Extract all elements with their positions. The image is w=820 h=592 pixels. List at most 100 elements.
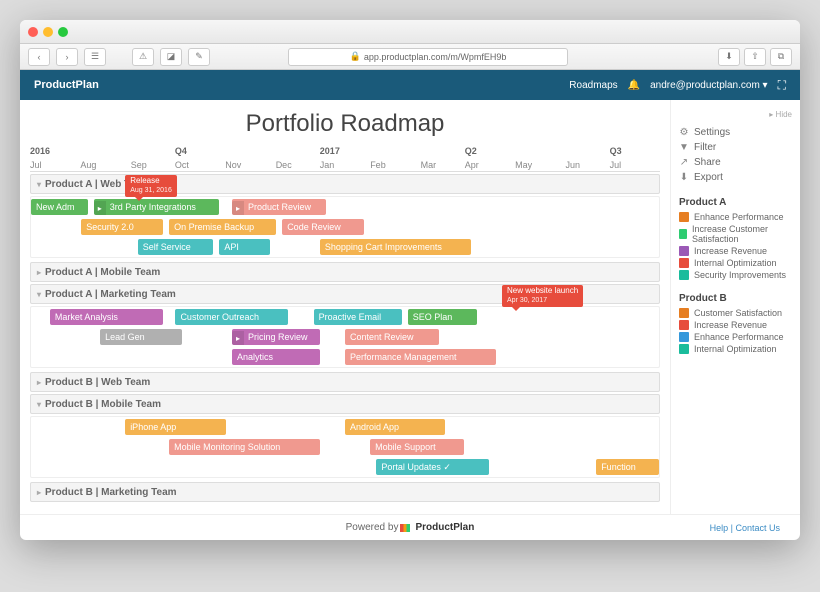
lanes: ReleaseAug 31, 2016New Adm3rd Party Inte… xyxy=(30,196,660,258)
timeline-month: Jul xyxy=(610,160,622,170)
roadmap-bar[interactable]: Analytics xyxy=(232,349,320,365)
download-button[interactable]: ⬇ xyxy=(718,48,740,66)
timeline-month: Feb xyxy=(370,160,386,170)
arrow-icon: ▸ xyxy=(94,201,106,215)
roadmap-bar[interactable]: 3rd Party Integrations▸ xyxy=(94,199,220,215)
hide-sidebar[interactable]: ▸ Hide xyxy=(679,110,792,119)
timeline-month: May xyxy=(515,160,532,170)
roadmap-bar[interactable]: New Adm xyxy=(31,199,88,215)
roadmap-bar[interactable]: Android App xyxy=(345,419,445,435)
roadmap-bar[interactable]: Customer Outreach xyxy=(175,309,288,325)
roadmap-bar[interactable]: SEO Plan xyxy=(408,309,477,325)
roadmap-bar[interactable]: Mobile Monitoring Solution xyxy=(169,439,320,455)
timeline-header: 2016Q42017Q2Q3JulAugSepOctNovDecJanFebMa… xyxy=(30,146,660,172)
legend-item[interactable]: Increase Revenue xyxy=(679,245,792,257)
lane-row: Market Analysis Customer Outreach Proactiv… xyxy=(31,307,659,327)
back-button[interactable]: ‹ xyxy=(28,48,50,66)
sidebar-toggle[interactable]: ☰ xyxy=(84,48,106,66)
roadmap-bar[interactable]: Self Service xyxy=(138,239,213,255)
swatch-icon xyxy=(679,229,687,239)
warn-icon[interactable]: ⚠ xyxy=(132,48,154,66)
sidebar-tool-filter[interactable]: ▼Filter xyxy=(679,140,792,155)
timeline-year: Q2 xyxy=(465,146,477,156)
swatch-icon xyxy=(679,320,689,330)
timeline-month: Nov xyxy=(225,160,241,170)
url-bar[interactable]: 🔒app.productplan.com/m/WpmfEH9b xyxy=(288,48,568,66)
fullscreen-icon[interactable]: ⛶ xyxy=(778,78,786,93)
lanes: New website launchApr 30, 2017Market Ana… xyxy=(30,306,660,368)
roadmap-bar[interactable]: Function xyxy=(596,459,659,475)
timeline-month: Aug xyxy=(80,160,96,170)
minimize-button[interactable] xyxy=(43,27,53,37)
roadmap-bar[interactable]: Mobile Support xyxy=(370,439,464,455)
bell-icon[interactable]: 🔔 xyxy=(628,80,640,91)
swatch-icon xyxy=(679,344,689,354)
legend-title: Product A xyxy=(679,197,792,208)
section-header[interactable]: ▸Product A | Mobile Team xyxy=(30,262,660,282)
roadmap-bar[interactable]: Pricing Review▸ xyxy=(232,329,320,345)
filter-icon: ▼ xyxy=(679,142,689,153)
timeline-month: Mar xyxy=(421,160,437,170)
legend-item[interactable]: Internal Optimization xyxy=(679,257,792,269)
roadmap-bar[interactable]: Shopping Cart Improvements xyxy=(320,239,471,255)
legend-item[interactable]: Internal Optimization xyxy=(679,343,792,355)
roadmap-bar[interactable]: Lead Gen xyxy=(100,329,182,345)
roadmap-bar[interactable]: Portal Updates ✓ xyxy=(376,459,489,475)
legend-item[interactable]: Increase Revenue xyxy=(679,319,792,331)
roadmap-bar[interactable]: Product Review▸ xyxy=(232,199,326,215)
chevron-icon: ▸ xyxy=(37,488,41,497)
forward-button[interactable]: › xyxy=(56,48,78,66)
sidebar-tool-settings[interactable]: ⚙Settings xyxy=(679,125,792,140)
legend-item[interactable]: Enhance Performance xyxy=(679,211,792,223)
legend-item[interactable]: Customer Satisfaction xyxy=(679,307,792,319)
section-header[interactable]: ▸Product B | Web Team xyxy=(30,372,660,392)
roadmap-bar[interactable]: On Premise Backup xyxy=(169,219,276,235)
nav-roadmaps[interactable]: Roadmaps xyxy=(569,80,617,91)
lanes: iPhone App Android App Mobile Monitoring S… xyxy=(30,416,660,478)
timeline-month: Jan xyxy=(320,160,335,170)
sidebar-tool-share[interactable]: ↗Share xyxy=(679,155,792,170)
timeline-year: Q4 xyxy=(175,146,187,156)
arrow-icon: ▸ xyxy=(232,201,244,215)
roadmap-bar[interactable]: Market Analysis xyxy=(50,309,163,325)
footer: Powered by ProductPlan Help | Contact Us xyxy=(20,514,800,540)
milestone[interactable]: New website launchApr 30, 2017 xyxy=(502,285,583,307)
milestone[interactable]: ReleaseAug 31, 2016 xyxy=(125,175,177,197)
swatch-icon xyxy=(679,258,689,268)
export-icon: ⬇ xyxy=(679,172,689,183)
legend-title: Product B xyxy=(679,293,792,304)
sidebar-tool-export[interactable]: ⬇Export xyxy=(679,170,792,185)
legend-item[interactable]: Security Improvements xyxy=(679,269,792,281)
section-header[interactable]: ▸Product B | Marketing Team xyxy=(30,482,660,502)
swatch-icon xyxy=(679,212,689,222)
timeline-year: 2017 xyxy=(320,146,340,156)
timeline-month: Jul xyxy=(30,160,42,170)
close-button[interactable] xyxy=(28,27,38,37)
help-link[interactable]: Help xyxy=(710,523,729,533)
section-header[interactable]: ▾Product B | Mobile Team xyxy=(30,394,660,414)
user-menu[interactable]: andre@productplan.com ▾ xyxy=(650,80,767,91)
pin-icon[interactable]: ✎ xyxy=(188,48,210,66)
page-title: Portfolio Roadmap xyxy=(30,110,660,138)
share-button[interactable]: ⇧ xyxy=(744,48,766,66)
tabs-button[interactable]: ⧉ xyxy=(770,48,792,66)
browser-window: ‹ › ☰ ⚠ ◪ ✎ 🔒app.productplan.com/m/WpmfE… xyxy=(20,20,800,540)
chevron-icon: ▸ xyxy=(37,268,41,277)
contact-link[interactable]: Contact Us xyxy=(735,523,780,533)
roadmap-bar[interactable]: iPhone App xyxy=(125,419,225,435)
roadmap-bar[interactable]: API xyxy=(219,239,269,255)
roadmap-bar[interactable]: Code Review xyxy=(282,219,364,235)
settings-icon: ⚙ xyxy=(679,127,689,138)
roadmap-bar[interactable]: Proactive Email xyxy=(314,309,402,325)
roadmap-bar[interactable]: Content Review xyxy=(345,329,439,345)
roadmap-bar[interactable]: Security 2.0 xyxy=(81,219,163,235)
timeline-month: Sep xyxy=(131,160,147,170)
timeline-month: Dec xyxy=(276,160,292,170)
roadmap-bar[interactable]: Performance Management xyxy=(345,349,496,365)
brand: ProductPlan xyxy=(34,79,99,91)
lane-row: iPhone App Android App xyxy=(31,417,659,437)
ext-icon[interactable]: ◪ xyxy=(160,48,182,66)
maximize-button[interactable] xyxy=(58,27,68,37)
legend-item[interactable]: Increase Customer Satisfaction xyxy=(679,223,792,245)
legend-item[interactable]: Enhance Performance xyxy=(679,331,792,343)
